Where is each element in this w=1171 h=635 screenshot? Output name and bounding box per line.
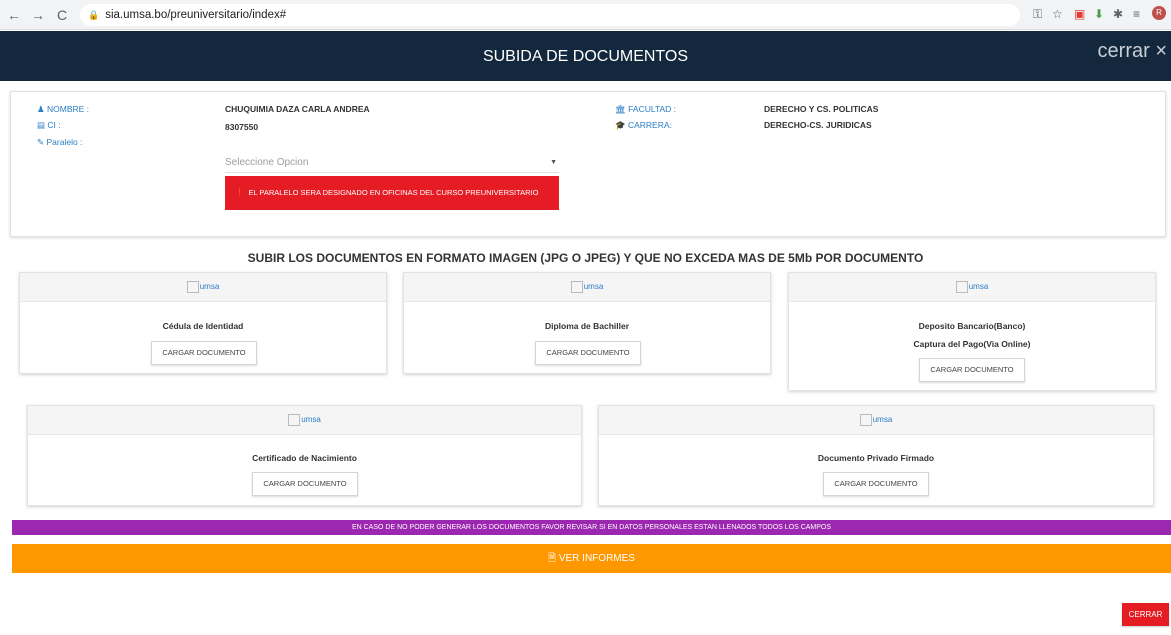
doc-image-header: umsa: [20, 273, 386, 302]
doc-image-header: umsa: [28, 406, 581, 435]
profile-avatar-icon[interactable]: R: [1152, 6, 1166, 20]
back-icon[interactable]: ←: [4, 7, 24, 23]
doc-card-documento-privado: umsa Documento Privado Firmado CARGAR DO…: [598, 405, 1154, 506]
doc-card-deposito: umsa Deposito Bancario(Banco) Captura de…: [788, 272, 1156, 391]
browser-toolbar: ← → C 🔒 sia.umsa.bo/preuniversitario/ind…: [0, 0, 1171, 30]
doc-image-header: umsa: [599, 406, 1153, 435]
reading-list-icon[interactable]: ≡: [1133, 7, 1140, 21]
broken-image-icon: [955, 280, 968, 293]
caret-down-icon: ▼: [550, 159, 557, 166]
upload-diploma-button[interactable]: CARGAR DOCUMENTO: [535, 341, 641, 365]
modal-header: SUBIDA DE DOCUMENTOS cerrar ×: [0, 31, 1171, 81]
nombre-label: ♟ NOMBRE :: [37, 104, 90, 114]
carrera-label: 🎓 CARRERA:: [615, 120, 672, 130]
upload-cedula-button[interactable]: CARGAR DOCUMENTO: [151, 341, 257, 365]
upload-certificado-button[interactable]: CARGAR DOCUMENTO: [252, 472, 358, 496]
ci-value: 8307550: [225, 122, 259, 132]
doc-title: Cédula de Identidad: [162, 321, 244, 331]
paralelo-alert: ❗ EL PARALELO SERA DESIGNADO EN OFICINAS…: [225, 176, 559, 210]
doc-image-header: umsa: [789, 273, 1155, 302]
exclamation-circle-icon: ❗: [235, 188, 245, 197]
student-info-card: ♟ NOMBRE : CHUQUIMIA DAZA CARLA ANDREA ▤…: [10, 91, 1166, 237]
key-icon[interactable]: ⚿: [1033, 7, 1042, 22]
broken-image-icon: [186, 280, 199, 293]
doc-title: Certificado de Nacimiento: [252, 453, 357, 463]
close-button[interactable]: CERRAR: [1122, 603, 1169, 626]
doc-card-certificado: umsa Certificado de Nacimiento CARGAR DO…: [27, 405, 582, 506]
broken-image-icon: [288, 413, 301, 426]
extension-red-icon[interactable]: ▣: [1074, 7, 1085, 21]
institution-icon: 🏛: [615, 104, 626, 114]
broken-image-icon: [859, 413, 872, 426]
view-reports-button[interactable]: 🗎 VER INFORMES: [12, 544, 1171, 573]
doc-title: Documento Privado Firmado: [817, 453, 935, 463]
doc-card-cedula: umsa Cédula de Identidad CARGAR DOCUMENT…: [19, 272, 387, 374]
extension-green-icon[interactable]: ⬇: [1094, 7, 1104, 21]
user-icon: ♟: [37, 104, 45, 114]
file-pdf-icon: 🗎: [548, 553, 557, 564]
paralelo-select[interactable]: Seleccione Opcion ▼: [225, 154, 559, 173]
doc-subtitle: Captura del Pago(Via Online): [913, 339, 1031, 349]
paralelo-label: ✎ Paralelo :: [37, 137, 83, 147]
forward-icon[interactable]: →: [28, 7, 48, 23]
doc-title: Deposito Bancario(Banco): [918, 321, 1026, 331]
graduation-cap-icon: 🎓: [615, 120, 626, 130]
facultad-value: DERECHO Y CS. POLITICAS: [764, 104, 879, 114]
extensions-icon[interactable]: ✱: [1113, 7, 1123, 21]
doc-title: Diploma de Bachiller: [544, 321, 630, 331]
id-card-icon: ▤: [37, 120, 46, 130]
facultad-label: 🏛 FACULTAD :: [615, 104, 677, 114]
url-text: sia.umsa.bo/preuniversitario/index#: [105, 9, 287, 21]
modal-close-button[interactable]: cerrar ×: [1098, 40, 1167, 63]
star-icon[interactable]: ☆: [1052, 7, 1063, 21]
lock-icon: 🔒: [88, 9, 100, 20]
ci-label: ▤ CI :: [37, 120, 61, 130]
upload-documento-privado-button[interactable]: CARGAR DOCUMENTO: [823, 472, 929, 496]
nombre-value: CHUQUIMIA DAZA CARLA ANDREA: [225, 104, 370, 114]
carrera-value: DERECHO-CS. JURIDICAS: [764, 120, 872, 130]
alert-text: EL PARALELO SERA DESIGNADO EN OFICINAS D…: [248, 188, 539, 197]
doc-card-diploma: umsa Diploma de Bachiller CARGAR DOCUMEN…: [403, 272, 771, 374]
upload-deposito-button[interactable]: CARGAR DOCUMENTO: [919, 358, 1025, 382]
broken-image-icon: [570, 280, 583, 293]
doc-image-header: umsa: [404, 273, 770, 302]
modal-title: SUBIDA DE DOCUMENTOS: [482, 48, 689, 65]
select-placeholder: Seleccione Opcion: [225, 157, 309, 168]
pencil-icon: ✎: [37, 137, 45, 147]
upload-instructions-title: SUBIR LOS DOCUMENTOS EN FORMATO IMAGEN (…: [247, 251, 924, 265]
address-bar[interactable]: 🔒 sia.umsa.bo/preuniversitario/index#: [80, 4, 1020, 26]
reload-icon[interactable]: C: [52, 7, 72, 23]
notice-bar: EN CASO DE NO PODER GENERAR LOS DOCUMENT…: [12, 520, 1171, 535]
